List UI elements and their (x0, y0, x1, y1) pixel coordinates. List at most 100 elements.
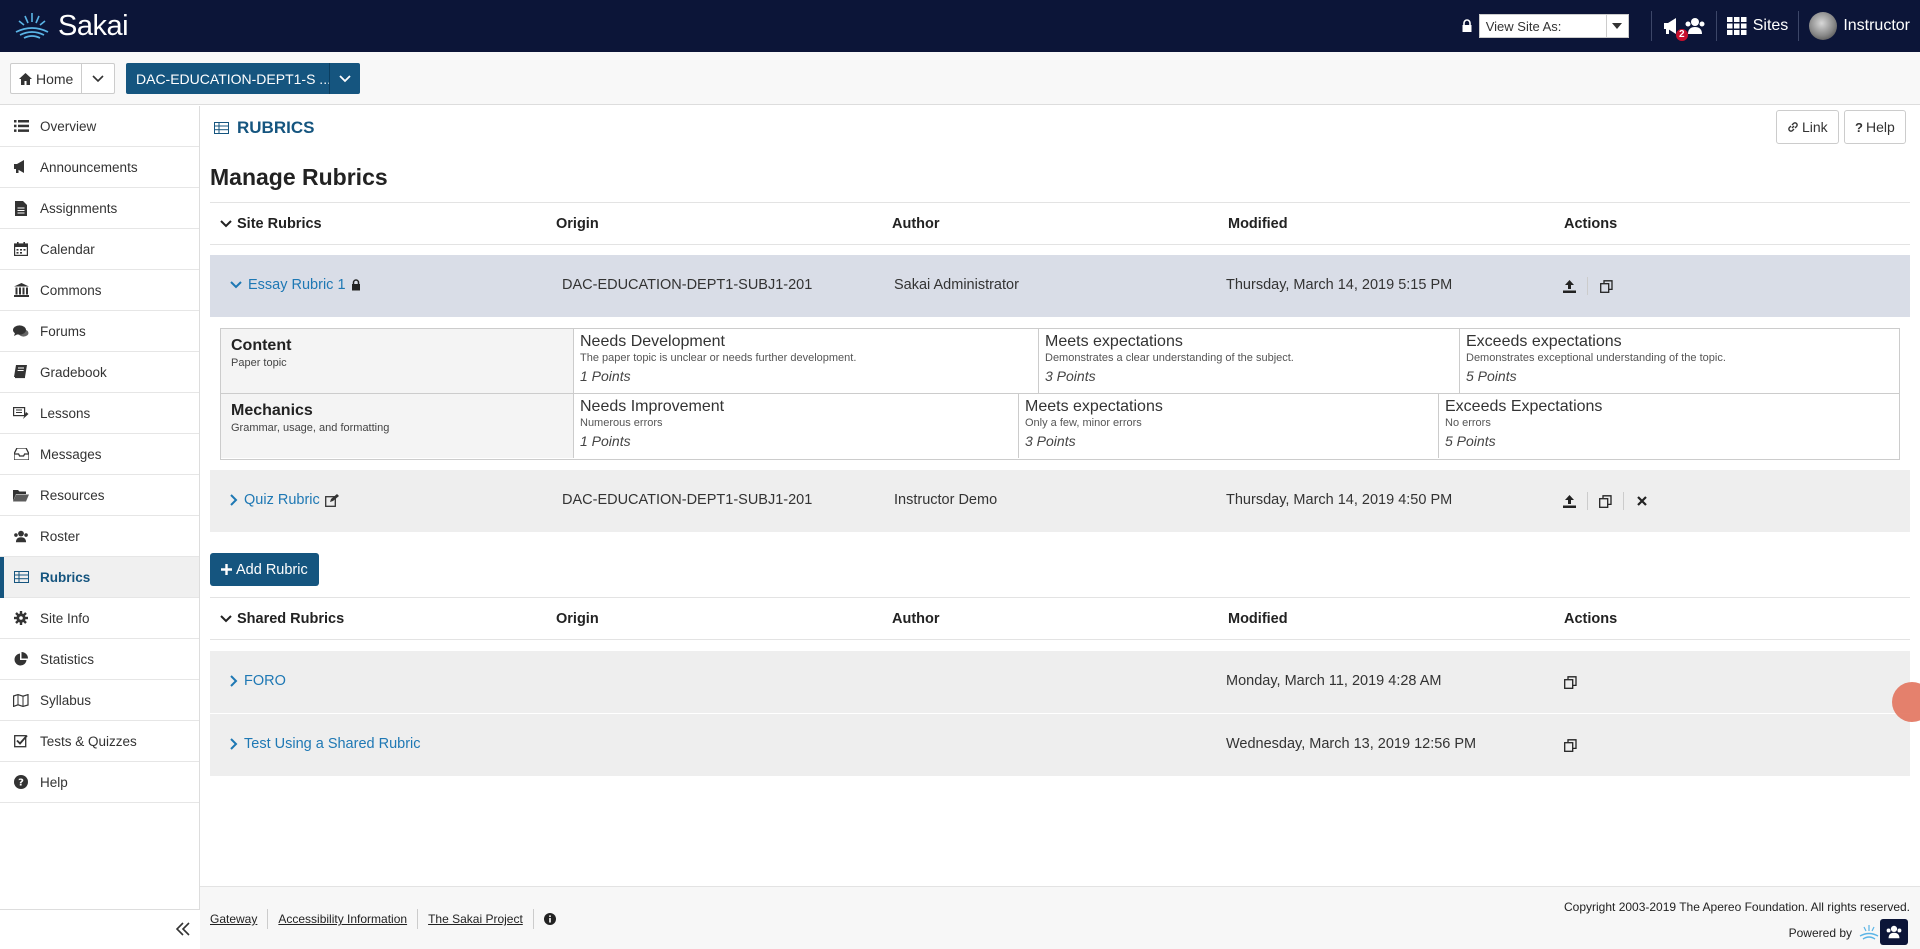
sidebar-item-overview[interactable]: Overview (0, 106, 199, 147)
user-menu-button[interactable]: Instructor (1809, 12, 1910, 40)
sidebar-item-site-info[interactable]: Site Info (0, 598, 199, 639)
sidebar-item-rubrics[interactable]: Rubrics (0, 557, 199, 598)
link-icon (1788, 122, 1798, 132)
sidebar-item-gradebook[interactable]: Gradebook (0, 352, 199, 393)
tool-title: RUBRICS (214, 118, 314, 138)
rubric-title[interactable]: Essay Rubric 1 (248, 277, 346, 293)
sidebar-item-roster[interactable]: Roster (0, 516, 199, 557)
list-icon (12, 118, 30, 134)
criterion-row: Mechanics Grammar, usage, and formatting… (221, 394, 1899, 459)
sidebar-item-commons[interactable]: Commons (0, 270, 199, 311)
sidebar-item-tests-quizzes[interactable]: Tests & Quizzes (0, 721, 199, 762)
rubric-toggle[interactable]: FORO (230, 673, 286, 689)
rating-points: 1 Points (580, 433, 631, 449)
view-site-as-select[interactable]: View Site As: (1478, 14, 1629, 38)
double-chevron-left-icon[interactable] (176, 922, 190, 936)
sidebar-item-messages[interactable]: Messages (0, 434, 199, 475)
sidebar-item-resources[interactable]: Resources (0, 475, 199, 516)
site-rubrics-toggle[interactable]: Site Rubrics (220, 216, 322, 232)
footer-link-accessibility[interactable]: Accessibility Information (268, 909, 419, 929)
copy-button[interactable] (1552, 736, 1588, 754)
info-icon[interactable] (534, 913, 556, 925)
table-icon (214, 122, 229, 134)
rating-description: No errors (1445, 417, 1491, 429)
home-dropdown-toggle[interactable] (82, 64, 114, 93)
link-button[interactable]: Link (1776, 110, 1839, 144)
copy-button[interactable] (1588, 492, 1624, 510)
site-rubrics-header: Site Rubrics Origin Author Modified Acti… (210, 202, 1910, 245)
rating-points: 5 Points (1445, 433, 1496, 449)
rating-title: Needs Development (580, 333, 725, 350)
rubric-toggle[interactable]: Essay Rubric 1 (230, 277, 361, 293)
rubric-modified: Wednesday, March 13, 2019 12:56 PM (1226, 736, 1477, 752)
current-site-group: DAC-EDUCATION-DEPT1-S ... (126, 63, 360, 94)
chevron-down-icon (339, 74, 351, 82)
share-button[interactable] (1552, 277, 1588, 295)
chevron-right-icon (230, 675, 238, 687)
map-icon (12, 692, 30, 708)
site-dropdown-toggle[interactable] (330, 63, 360, 94)
home-button[interactable]: Home (11, 64, 83, 93)
check-square-icon (12, 733, 30, 749)
copy-icon (1563, 675, 1577, 689)
lock-icon (351, 279, 360, 291)
sidebar-item-syllabus[interactable]: Syllabus (0, 680, 199, 721)
sidebar-item-lessons[interactable]: Lessons (0, 393, 199, 434)
sidebar-item-label: Lessons (40, 405, 91, 421)
rubric-title[interactable]: FORO (244, 673, 286, 689)
close-icon (1637, 496, 1647, 506)
table-icon (12, 569, 30, 585)
plus-icon (221, 564, 232, 575)
footer-link-gateway[interactable]: Gateway (210, 909, 269, 929)
view-site-as-label: View Site As: (1485, 18, 1562, 34)
rubric-toggle[interactable]: Test Using a Shared Rubric (230, 736, 421, 752)
column-actions: Actions (1564, 216, 1618, 232)
chat-button[interactable] (1880, 919, 1908, 945)
rubric-toggle[interactable]: Quiz Rubric (230, 492, 339, 508)
sidebar-item-forums[interactable]: Forums (0, 311, 199, 352)
add-rubric-button[interactable]: Add Rubric (210, 553, 319, 586)
sites-button[interactable]: Sites (1726, 17, 1788, 35)
rating-cell: Needs Improvement Numerous errors 1 Poin… (573, 394, 1018, 458)
notifications-button[interactable]: 2 (1662, 17, 1706, 41)
sakai-logo[interactable]: Sakai (10, 10, 129, 43)
edit-icon[interactable] (324, 493, 339, 507)
help-button[interactable]: ? Help (1844, 110, 1906, 144)
sidebar-item-calendar[interactable]: Calendar (0, 229, 199, 270)
footer-link-sakai-project[interactable]: The Sakai Project (418, 909, 534, 929)
sidebar-item-help[interactable]: ? Help (0, 762, 199, 803)
copy-button[interactable] (1552, 673, 1588, 691)
column-author: Author (892, 611, 940, 627)
sidebar-item-label: Assignments (40, 200, 118, 216)
shared-rubrics-toggle[interactable]: Shared Rubrics (220, 611, 344, 627)
caret-down-icon (1605, 15, 1628, 37)
calendar-icon (12, 241, 30, 257)
book-icon (12, 364, 30, 380)
home-site-group: Home (10, 63, 116, 94)
avatar (1809, 12, 1838, 40)
criterion-row: Content Paper topic Needs Development Th… (221, 329, 1899, 394)
copy-icon (1563, 738, 1577, 752)
share-icon (1563, 279, 1576, 293)
site-rubrics-title: Site Rubrics (237, 216, 322, 232)
current-site-button[interactable]: DAC-EDUCATION-DEPT1-S ... (126, 63, 330, 94)
sidebar-item-assignments[interactable]: Assignments (0, 188, 199, 229)
sidebar-item-statistics[interactable]: Statistics (0, 639, 199, 680)
rating-points: 1 Points (580, 368, 631, 384)
chevron-right-icon (230, 738, 238, 750)
share-button[interactable] (1552, 492, 1588, 510)
main-content: RUBRICS Link ? Help Manage Rubrics Site … (200, 106, 1920, 886)
copy-button[interactable] (1588, 277, 1624, 295)
rubric-actions (1552, 673, 1588, 691)
rubric-row-quiz: Quiz Rubric DAC-EDUCATION-DEPT1-SUBJ1-20… (210, 470, 1910, 532)
sidebar-item-announcements[interactable]: Announcements (0, 147, 199, 188)
rubric-title[interactable]: Test Using a Shared Rubric (244, 736, 421, 752)
institution-icon (12, 282, 30, 298)
delete-button[interactable] (1624, 492, 1660, 510)
criterion-name: Content (231, 337, 292, 354)
rating-title: Meets expectations (1045, 333, 1183, 350)
rubric-title[interactable]: Quiz Rubric (244, 492, 320, 508)
gear-icon (12, 610, 30, 626)
chevron-down-icon (220, 220, 232, 228)
criterion-description: Grammar, usage, and formatting (231, 422, 390, 434)
